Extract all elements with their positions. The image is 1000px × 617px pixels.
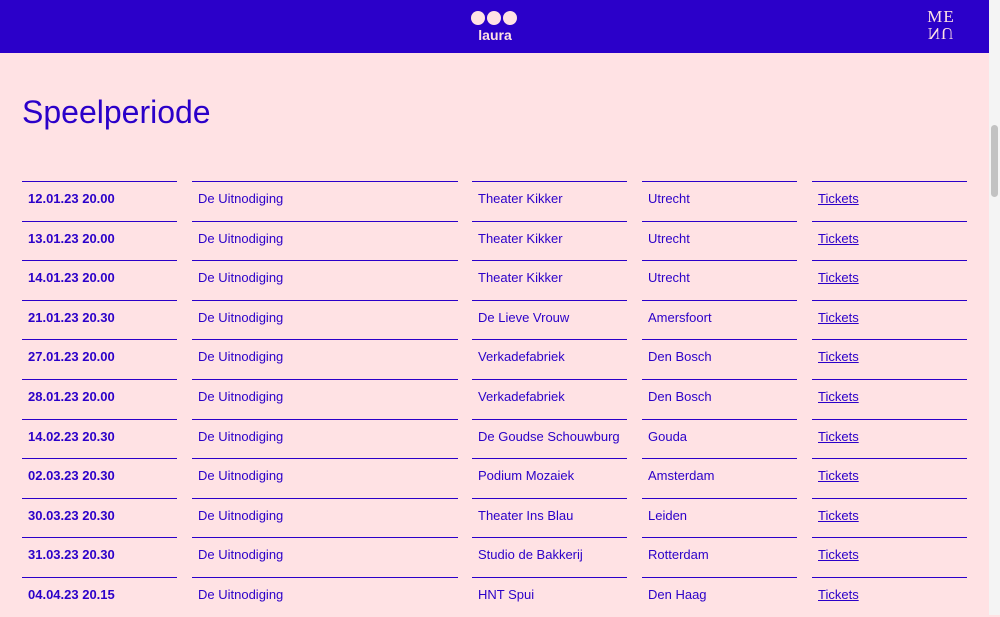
tickets-cell: Tickets bbox=[812, 260, 967, 300]
table-row: 12.01.23 20.00 De Uitnodiging Theater Kikk… bbox=[22, 181, 967, 221]
tickets-cell: Tickets bbox=[812, 497, 967, 538]
performance-venue: Theater Kikker bbox=[472, 181, 627, 221]
table-row: 30.03.23 20.30 De Uitnodiging Theater Ins … bbox=[22, 497, 967, 538]
performance-date: 21.01.23 20.30 bbox=[22, 299, 177, 340]
tickets-cell: Tickets bbox=[812, 220, 967, 261]
logo-text: laura bbox=[478, 27, 512, 43]
scrollbar[interactable] bbox=[989, 0, 1000, 615]
logo-dots-icon bbox=[471, 11, 519, 25]
performance-city: Den Bosch bbox=[642, 339, 797, 379]
performance-date: 14.01.23 20.00 bbox=[22, 260, 177, 300]
performance-city: Gouda bbox=[642, 418, 797, 459]
tickets-link[interactable]: Tickets bbox=[818, 231, 859, 246]
tickets-link[interactable]: Tickets bbox=[818, 349, 859, 364]
table-row: 14.01.23 20.00 De Uitnodiging Theater Kikk… bbox=[22, 260, 967, 300]
performance-date: 31.03.23 20.30 bbox=[22, 537, 177, 577]
performance-venue: Theater Kikker bbox=[472, 220, 627, 261]
tickets-link[interactable]: Tickets bbox=[818, 547, 859, 562]
performance-date: 02.03.23 20.30 bbox=[22, 458, 177, 498]
tickets-cell: Tickets bbox=[812, 576, 967, 617]
tickets-cell: Tickets bbox=[812, 339, 967, 379]
performance-date: 14.02.23 20.30 bbox=[22, 418, 177, 459]
tickets-link[interactable]: Tickets bbox=[818, 429, 859, 444]
performance-date: 13.01.23 20.00 bbox=[22, 220, 177, 261]
performance-title: De Uitnodiging bbox=[192, 299, 458, 340]
performance-city: Amersfoort bbox=[642, 299, 797, 340]
performance-title: De Uitnodiging bbox=[192, 339, 458, 379]
performance-date: 27.01.23 20.00 bbox=[22, 339, 177, 379]
site-header: laura ME NU bbox=[0, 0, 989, 53]
performance-venue: Studio de Bakkerij bbox=[472, 537, 627, 577]
performance-venue: Podium Mozaiek bbox=[472, 458, 627, 498]
tickets-cell: Tickets bbox=[812, 378, 967, 419]
performance-title: De Uitnodiging bbox=[192, 220, 458, 261]
performance-title: De Uitnodiging bbox=[192, 576, 458, 617]
tickets-link[interactable]: Tickets bbox=[818, 191, 859, 206]
performance-city: Rotterdam bbox=[642, 537, 797, 577]
performance-city: Amsterdam bbox=[642, 458, 797, 498]
menu-label-top: ME bbox=[927, 7, 955, 26]
performance-date: 04.04.23 20.15 bbox=[22, 576, 177, 617]
performance-date: 28.01.23 20.00 bbox=[22, 378, 177, 419]
performance-venue: De Goudse Schouwburg bbox=[472, 418, 627, 459]
logo[interactable]: laura bbox=[471, 11, 519, 45]
performance-venue: Theater Ins Blau bbox=[472, 497, 627, 538]
table-row: 13.01.23 20.00 De Uitnodiging Theater Kikk… bbox=[22, 220, 967, 261]
performance-title: De Uitnodiging bbox=[192, 497, 458, 538]
logo-dot bbox=[487, 11, 501, 25]
menu-label-bottom: NU bbox=[927, 24, 955, 43]
table-row: 28.01.23 20.00 De Uitnodiging Verkadefabri… bbox=[22, 378, 967, 419]
table-row: 31.03.23 20.30 De Uitnodiging Studio de Ba… bbox=[22, 537, 967, 577]
performance-city: Utrecht bbox=[642, 260, 797, 300]
performance-venue: Theater Kikker bbox=[472, 260, 627, 300]
performance-city: Den Haag bbox=[642, 576, 797, 617]
tickets-cell: Tickets bbox=[812, 458, 967, 498]
performance-city: Utrecht bbox=[642, 181, 797, 221]
logo-dot bbox=[471, 11, 485, 25]
tickets-cell: Tickets bbox=[812, 537, 967, 577]
table-row: 02.03.23 20.30 De Uitnodiging Podium Mozai… bbox=[22, 458, 967, 498]
scrollbar-thumb[interactable] bbox=[991, 125, 998, 197]
table-row: 21.01.23 20.30 De Uitnodiging De Lieve Vro… bbox=[22, 299, 967, 340]
performance-table: 12.01.23 20.00 De Uitnodiging Theater Kikk… bbox=[22, 181, 967, 617]
performance-city: Den Bosch bbox=[642, 378, 797, 419]
tickets-link[interactable]: Tickets bbox=[818, 587, 859, 602]
performance-venue: Verkadefabriek bbox=[472, 378, 627, 419]
performance-title: De Uitnodiging bbox=[192, 458, 458, 498]
tickets-cell: Tickets bbox=[812, 299, 967, 340]
performance-city: Utrecht bbox=[642, 220, 797, 261]
tickets-link[interactable]: Tickets bbox=[818, 468, 859, 483]
tickets-cell: Tickets bbox=[812, 181, 967, 221]
page-title: Speelperiode bbox=[22, 94, 211, 130]
table-row: 04.04.23 20.15 De Uitnodiging HNT Spui Den … bbox=[22, 576, 967, 617]
performance-city: Leiden bbox=[642, 497, 797, 538]
logo-dot bbox=[503, 11, 517, 25]
table-row: 27.01.23 20.00 De Uitnodiging Verkadefabri… bbox=[22, 339, 967, 379]
tickets-link[interactable]: Tickets bbox=[818, 508, 859, 523]
performance-venue: HNT Spui bbox=[472, 576, 627, 617]
performance-venue: Verkadefabriek bbox=[472, 339, 627, 379]
performance-title: De Uitnodiging bbox=[192, 537, 458, 577]
tickets-link[interactable]: Tickets bbox=[818, 389, 859, 404]
performance-title: De Uitnodiging bbox=[192, 418, 458, 459]
table-row: 14.02.23 20.30 De Uitnodiging De Goudse Sc… bbox=[22, 418, 967, 459]
performance-date: 12.01.23 20.00 bbox=[22, 181, 177, 221]
tickets-cell: Tickets bbox=[812, 418, 967, 459]
performance-title: De Uitnodiging bbox=[192, 260, 458, 300]
menu-button[interactable]: ME NU bbox=[920, 7, 962, 43]
performance-venue: De Lieve Vrouw bbox=[472, 299, 627, 340]
performance-date: 30.03.23 20.30 bbox=[22, 497, 177, 538]
performance-title: De Uitnodiging bbox=[192, 181, 458, 221]
tickets-link[interactable]: Tickets bbox=[818, 310, 859, 325]
performance-title: De Uitnodiging bbox=[192, 378, 458, 419]
tickets-link[interactable]: Tickets bbox=[818, 270, 859, 285]
